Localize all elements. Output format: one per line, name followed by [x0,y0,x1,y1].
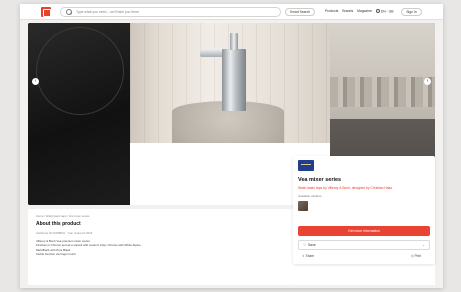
variants-label: Available variants [298,194,322,198]
search-bar[interactable]: Type what you need – we'll take you ther… [60,7,281,17]
search-input[interactable]: Type what you need – we'll take you ther… [76,10,139,14]
language-selector[interactable]: EN - GB [375,9,394,14]
site-logo[interactable] [41,7,51,17]
brand-logo[interactable] [298,160,314,171]
gallery-image-faucet[interactable] [130,23,330,161]
basin-rim [36,27,124,115]
faucet-lever [230,33,238,50]
header: Type what you need – we'll take you ther… [20,4,443,20]
sign-in-button[interactable]: Sign In [401,8,422,16]
about-title: About this product [36,221,81,227]
save-button[interactable]: ♡ Save ⌄ [298,240,430,250]
product-description: Villeroy & Boch Vea premium mixer series… [36,239,276,257]
save-label: Save [308,243,316,247]
variant-swatch[interactable] [298,201,308,211]
faucet-spout [200,49,224,57]
main-nav: Products Brands Magazine EN - GB [325,9,393,14]
product-subtitle[interactable]: Wash basin taps by Villeroy & Boch, desi… [298,186,392,190]
description-line: Tactile function via finger touch [36,252,76,257]
chevron-down-icon: ⌄ [422,243,425,247]
faucet-body [222,49,246,111]
product-card: Vea mixer series Wash basin taps by Vill… [293,156,435,264]
shelf [330,77,435,107]
nav-item-products[interactable]: Products [325,9,338,14]
smart-search-button[interactable]: Smart Search [285,8,315,16]
prev-image-button[interactable]: ‹ [32,78,39,85]
print-button[interactable]: ⎙ Print [411,254,421,258]
about-section: Home / Wash basin taps / Vea mixer serie… [28,209,290,285]
share-button[interactable]: ⇪ Share [302,254,314,258]
gallery-image-dark-basin[interactable] [28,23,130,205]
print-label: Print [414,254,421,258]
language-label: EN - GB [380,9,394,14]
get-information-button[interactable]: Get more information [298,226,430,236]
search-icon [65,8,75,16]
nav-item-magazine[interactable]: Magazine [357,9,372,14]
page: Type what you need – we'll take you ther… [20,4,443,288]
globe-icon [375,9,380,13]
about-meta: Architonic ID 20188941 · Year of launch … [36,231,93,235]
share-label: Share [305,254,315,258]
nav-item-brands[interactable]: Brands [342,9,353,14]
next-image-button[interactable]: › [424,78,431,85]
breadcrumb[interactable]: Home / Wash basin taps / Vea mixer serie… [36,214,89,218]
heart-icon: ♡ [303,243,307,247]
product-title: Vea mixer series [298,177,342,183]
